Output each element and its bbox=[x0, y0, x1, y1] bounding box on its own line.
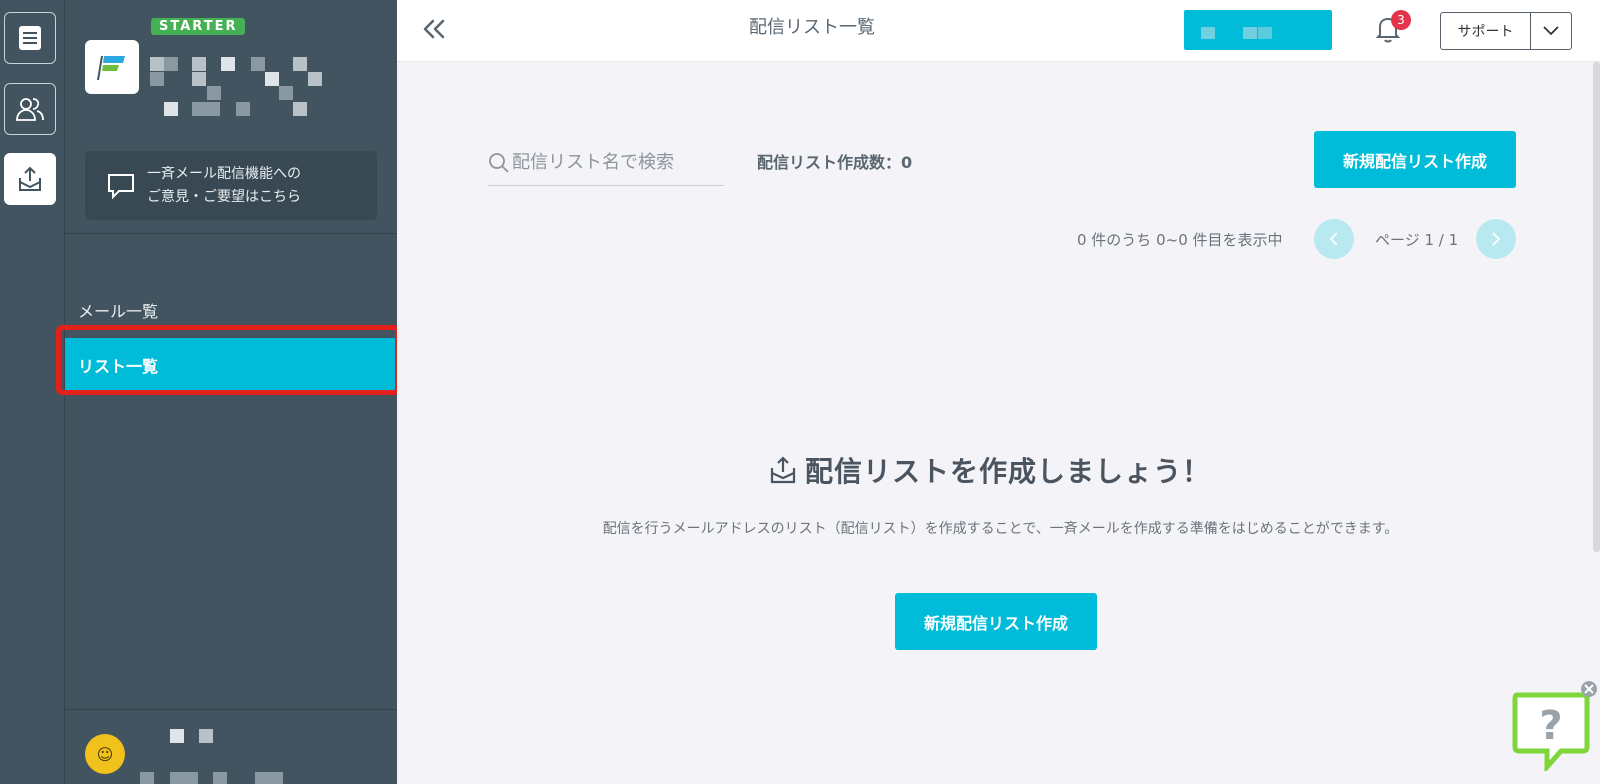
account-switcher-button[interactable] bbox=[1184, 10, 1332, 50]
app-logo bbox=[85, 40, 139, 94]
empty-state-description: 配信を行うメールアドレスのリスト（配信リスト）を作成することで、一斉メールを作成… bbox=[602, 521, 1399, 537]
rail-documents-button[interactable] bbox=[4, 12, 56, 64]
plan-badge: STARTER bbox=[151, 18, 246, 35]
next-page-button[interactable] bbox=[1476, 219, 1516, 259]
scrollbar[interactable] bbox=[1593, 62, 1600, 552]
feedback-line-2: ご意見・ご要望はこちら bbox=[147, 188, 301, 205]
sidebar-divider bbox=[65, 709, 397, 710]
avatar[interactable]: ☺ bbox=[85, 734, 125, 774]
result-range: 0 件のうち 0~0 件目を表示中 bbox=[1077, 231, 1283, 249]
search-field[interactable] bbox=[488, 140, 724, 186]
notification-badge: 3 bbox=[1391, 10, 1411, 30]
mail-send-icon bbox=[19, 166, 41, 191]
app-logo-icon bbox=[97, 56, 125, 80]
feedback-link[interactable]: 一斉メール配信機能への ご意見・ご要望はこちら bbox=[85, 151, 377, 220]
empty-state-title-text: 配信リストを作成しましょう！ bbox=[805, 455, 1212, 488]
icon-rail bbox=[0, 0, 65, 784]
page-indicator: ページ 1 / 1 bbox=[1375, 231, 1459, 249]
chevron-right-icon bbox=[1492, 232, 1501, 246]
collapse-left-icon bbox=[423, 19, 445, 39]
header: 配信リスト一覧 3 サポート bbox=[397, 0, 1600, 62]
rail-users-button[interactable] bbox=[4, 83, 56, 135]
chevron-down-icon bbox=[1543, 26, 1559, 36]
list-count: 配信リスト作成数：0 bbox=[757, 153, 913, 172]
chevron-left-icon bbox=[1329, 232, 1338, 246]
users-icon bbox=[16, 98, 44, 121]
page-title: 配信リスト一覧 bbox=[749, 17, 875, 38]
chat-bubble-icon bbox=[108, 173, 134, 199]
support-dropdown[interactable]: サポート bbox=[1440, 12, 1572, 50]
help-question-icon[interactable]: ? bbox=[1511, 691, 1591, 771]
search-input[interactable] bbox=[512, 152, 722, 173]
search-icon bbox=[489, 152, 509, 173]
highlight-box bbox=[56, 325, 400, 395]
close-icon[interactable] bbox=[1580, 680, 1598, 698]
main-content: 配信リスト一覧 3 サポート 配信リスト作成数：0 新規配信リスト作成 0 件の… bbox=[397, 0, 1600, 784]
empty-state-title: 配信リストを作成しましょう！ bbox=[767, 447, 1211, 493]
collapse-sidebar-button[interactable] bbox=[419, 14, 449, 44]
feedback-line-1: 一斉メール配信機能への bbox=[147, 165, 301, 182]
svg-text:?: ? bbox=[1539, 703, 1562, 749]
prev-page-button[interactable] bbox=[1314, 219, 1354, 259]
document-list-icon bbox=[19, 26, 41, 50]
mail-send-icon bbox=[770, 456, 796, 484]
create-list-button[interactable]: 新規配信リスト作成 bbox=[1314, 131, 1516, 188]
create-list-button-center[interactable]: 新規配信リスト作成 bbox=[895, 593, 1097, 650]
support-button[interactable]: サポート bbox=[1441, 13, 1531, 49]
sidebar-divider bbox=[65, 233, 397, 234]
rail-mail-delivery-button[interactable] bbox=[4, 153, 56, 205]
support-menu-toggle[interactable] bbox=[1531, 13, 1571, 49]
sidebar-item-label: メール一覧 bbox=[78, 301, 159, 321]
